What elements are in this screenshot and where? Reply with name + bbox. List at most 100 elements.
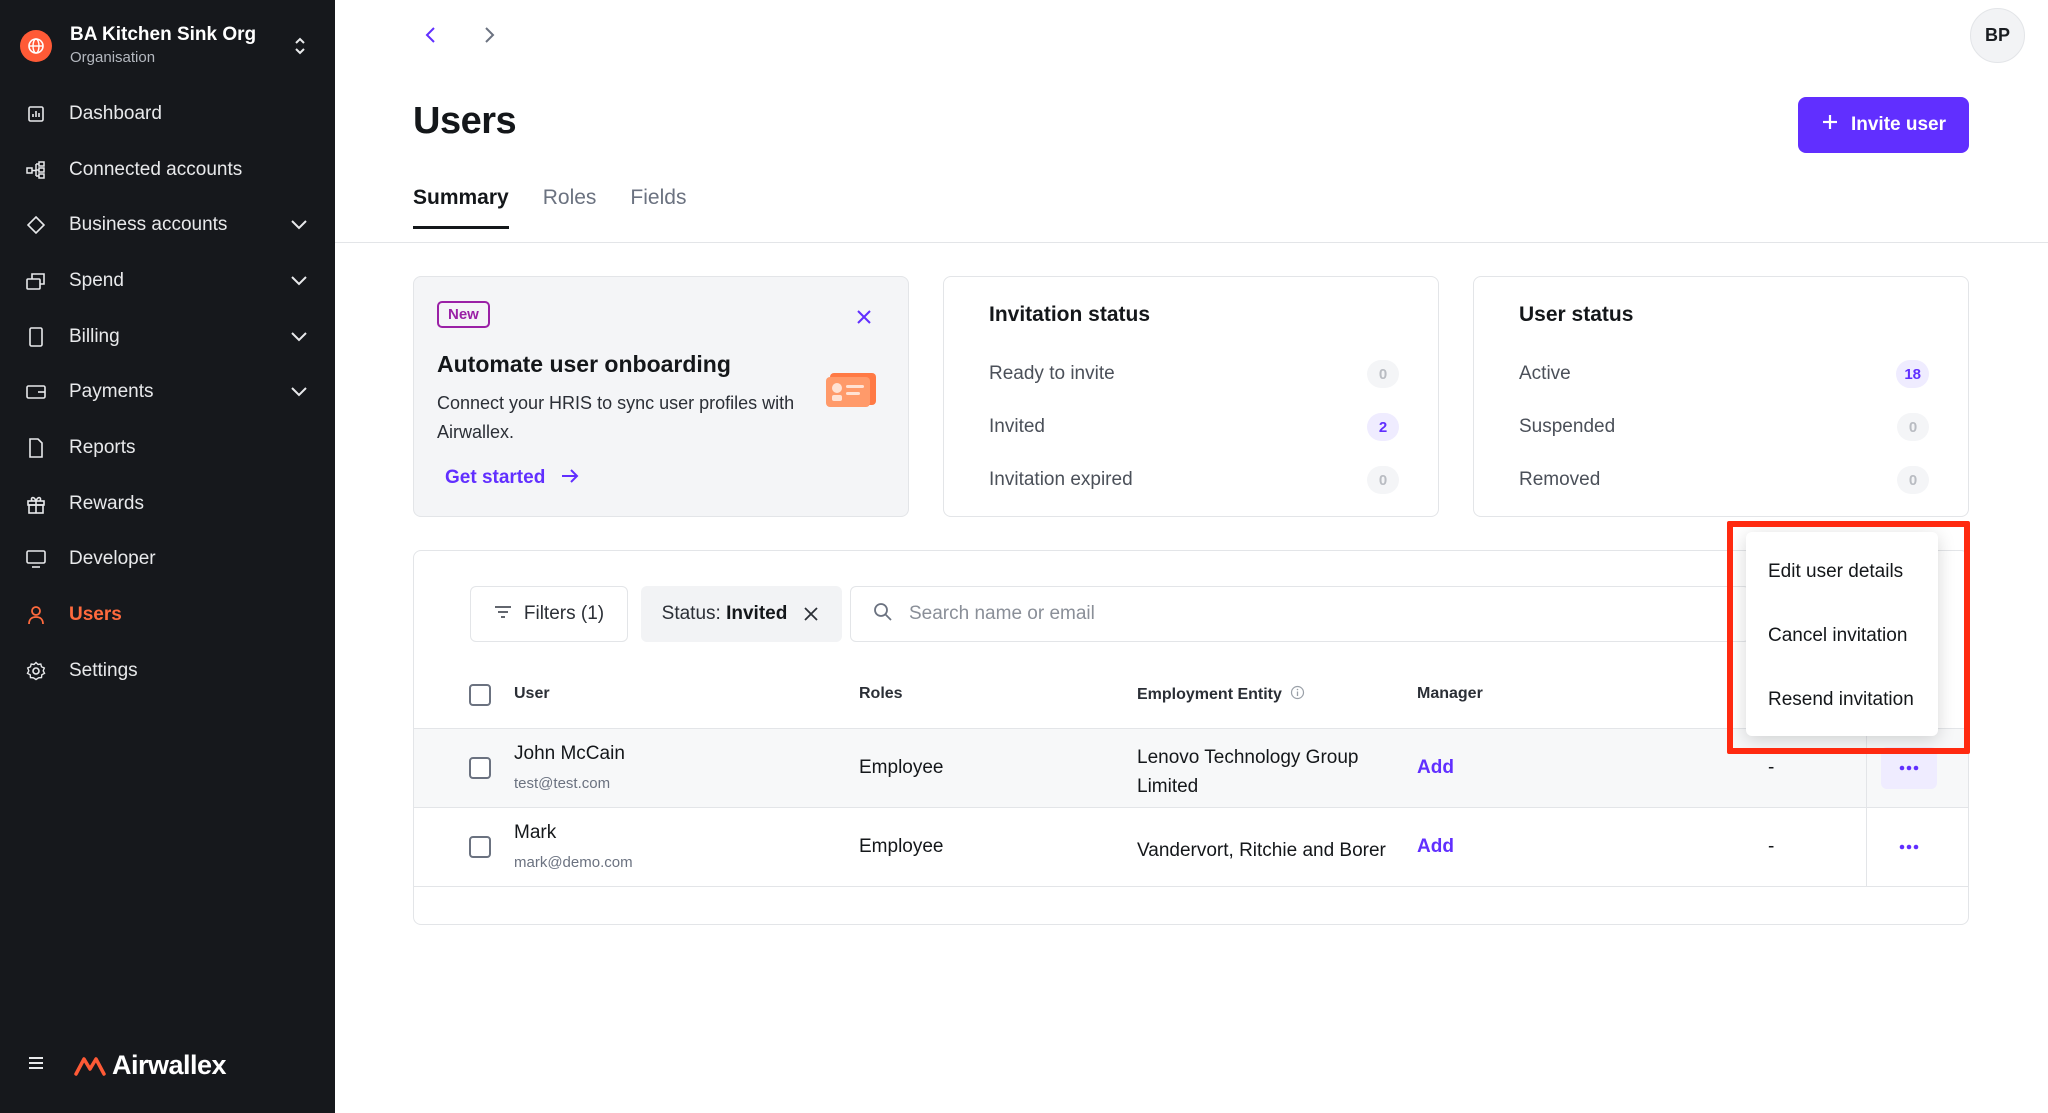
invite-user-button[interactable]: Invite user <box>1798 97 1969 153</box>
filters-button[interactable]: Filters (1) <box>470 586 628 642</box>
sidebar-item-connected-accounts[interactable]: Connected accounts <box>0 142 335 198</box>
hamburger-menu-icon[interactable] <box>28 1056 44 1075</box>
history-nav <box>415 20 505 50</box>
new-badge: New <box>437 301 490 328</box>
dashboard-icon <box>25 103 47 125</box>
count-badge: 0 <box>1367 360 1399 388</box>
count-badge: 0 <box>1897 413 1929 441</box>
add-manager-link[interactable]: Add <box>1417 836 1454 858</box>
page-title: Users <box>413 100 517 142</box>
sidebar-item-business-accounts[interactable]: Business accounts <box>0 197 335 253</box>
add-manager-link[interactable]: Add <box>1417 757 1454 779</box>
sidebar-item-reports[interactable]: Reports <box>0 420 335 476</box>
plus-icon <box>1821 113 1839 137</box>
stat-row-ready-to-invite[interactable]: Ready to invite 0 <box>989 359 1399 389</box>
sidebar-item-label: Settings <box>69 659 138 681</box>
tab-summary[interactable]: Summary <box>413 186 509 229</box>
billing-icon <box>25 326 47 348</box>
stat-row-invited[interactable]: Invited 2 <box>989 412 1399 442</box>
sidebar-item-label: Billing <box>69 325 120 347</box>
avatar[interactable]: BP <box>1970 8 2025 63</box>
sidebar-item-developer[interactable]: Developer <box>0 532 335 588</box>
sidebar-item-spend[interactable]: Spend <box>0 253 335 309</box>
airwallex-logo-mark-icon <box>74 1056 106 1076</box>
table-row[interactable]: John McCain test@test.com Employee Lenov… <box>414 729 1968 808</box>
count-badge: 0 <box>1897 466 1929 494</box>
search-input[interactable] <box>909 603 1609 625</box>
more-actions-icon[interactable] <box>1881 826 1937 868</box>
stat-row-active[interactable]: Active 18 <box>1519 359 1929 389</box>
column-header-label: Employment Entity <box>1137 686 1282 703</box>
user-name: Mark <box>514 822 557 843</box>
id-card-illustration-icon <box>824 369 878 414</box>
menu-item-cancel-invitation[interactable]: Cancel invitation <box>1746 604 1938 668</box>
org-name: BA Kitchen Sink Org <box>70 24 257 45</box>
user-role: Employee <box>859 836 944 857</box>
row-checkbox[interactable] <box>469 757 491 779</box>
remove-filter-icon[interactable] <box>801 604 821 624</box>
sidebar-item-users[interactable]: Users <box>0 587 335 643</box>
column-header-roles[interactable]: Roles <box>859 685 903 703</box>
invite-user-label: Invite user <box>1850 114 1947 135</box>
count-badge: 18 <box>1896 360 1929 388</box>
sidebar-nav: Dashboard Connected accounts Business ac… <box>0 86 335 699</box>
column-header-employment-entity[interactable]: Employment Entity <box>1137 685 1305 705</box>
sidebar: BA Kitchen Sink Org Organisation Dashboa… <box>0 0 335 1113</box>
globe-icon <box>20 30 52 62</box>
org-subtitle: Organisation <box>70 49 156 66</box>
get-started-link[interactable]: Get started <box>445 467 579 489</box>
tabs: Summary Roles Fields <box>413 186 686 229</box>
column-header-user[interactable]: User <box>514 685 550 703</box>
menu-item-resend-invitation[interactable]: Resend invitation <box>1746 668 1938 732</box>
back-arrow-icon[interactable] <box>415 20 445 50</box>
user-name: John McCain <box>514 743 625 764</box>
employment-entity: Vandervort, Ritchie and Borer <box>1137 840 1386 861</box>
sidebar-item-dashboard[interactable]: Dashboard <box>0 86 335 142</box>
switch-org-icon[interactable] <box>288 28 312 64</box>
stat-label: Active <box>1519 363 1571 384</box>
stat-row-invitation-expired[interactable]: Invitation expired 0 <box>989 465 1399 495</box>
stat-row-removed[interactable]: Removed 0 <box>1519 465 1929 495</box>
sidebar-item-label: Dashboard <box>69 102 162 124</box>
filters-label: Filters (1) <box>523 603 605 624</box>
select-all-checkbox[interactable] <box>469 684 491 706</box>
gear-icon <box>25 660 47 682</box>
promo-body: Connect your HRIS to sync user profiles … <box>437 393 795 442</box>
stat-label: Ready to invite <box>989 363 1115 384</box>
table-row[interactable]: Mark mark@demo.com Employee Vandervort, … <box>414 808 1968 887</box>
row-checkbox[interactable] <box>469 836 491 858</box>
forward-arrow-icon[interactable] <box>475 20 505 50</box>
column-header-manager[interactable]: Manager <box>1417 685 1483 703</box>
sidebar-item-billing[interactable]: Billing <box>0 309 335 365</box>
sidebar-item-payments[interactable]: Payments <box>0 364 335 420</box>
stat-label: Invitation expired <box>989 469 1133 490</box>
status-filter-chip[interactable]: Status: Invited <box>641 586 842 642</box>
sidebar-item-label: Connected accounts <box>69 158 243 180</box>
sidebar-item-label: Reports <box>69 436 136 458</box>
reports-icon <box>25 437 47 459</box>
empty-cell: - <box>1768 836 1775 857</box>
stat-label: Invited <box>989 416 1045 437</box>
sidebar-item-label: Business accounts <box>69 214 228 236</box>
tab-roles[interactable]: Roles <box>543 186 597 229</box>
org-switcher[interactable]: BA Kitchen Sink Org Organisation <box>20 18 320 74</box>
sidebar-item-settings[interactable]: Settings <box>0 643 335 699</box>
airwallex-logo: Airwallex <box>74 1050 227 1081</box>
row-actions-cell <box>1866 808 1968 887</box>
chevron-down-icon <box>291 326 307 348</box>
diamond-icon <box>25 214 47 236</box>
tab-fields[interactable]: Fields <box>630 186 686 229</box>
user-email: test@test.com <box>514 775 611 792</box>
spend-icon <box>25 270 47 292</box>
onboarding-promo-card: New Automate user onboarding Connect you… <box>413 276 909 517</box>
empty-cell: - <box>1768 757 1775 778</box>
invitation-status-card: Invitation status Ready to invite 0 Invi… <box>943 276 1439 517</box>
sidebar-item-rewards[interactable]: Rewards <box>0 476 335 532</box>
status-chip-value: Invited <box>726 603 788 624</box>
menu-item-edit-user-details[interactable]: Edit user details <box>1746 540 1938 604</box>
more-actions-icon[interactable] <box>1881 747 1937 789</box>
info-icon[interactable] <box>1290 685 1305 705</box>
user-icon <box>25 604 47 626</box>
stat-row-suspended[interactable]: Suspended 0 <box>1519 412 1929 442</box>
close-icon[interactable] <box>852 305 876 329</box>
